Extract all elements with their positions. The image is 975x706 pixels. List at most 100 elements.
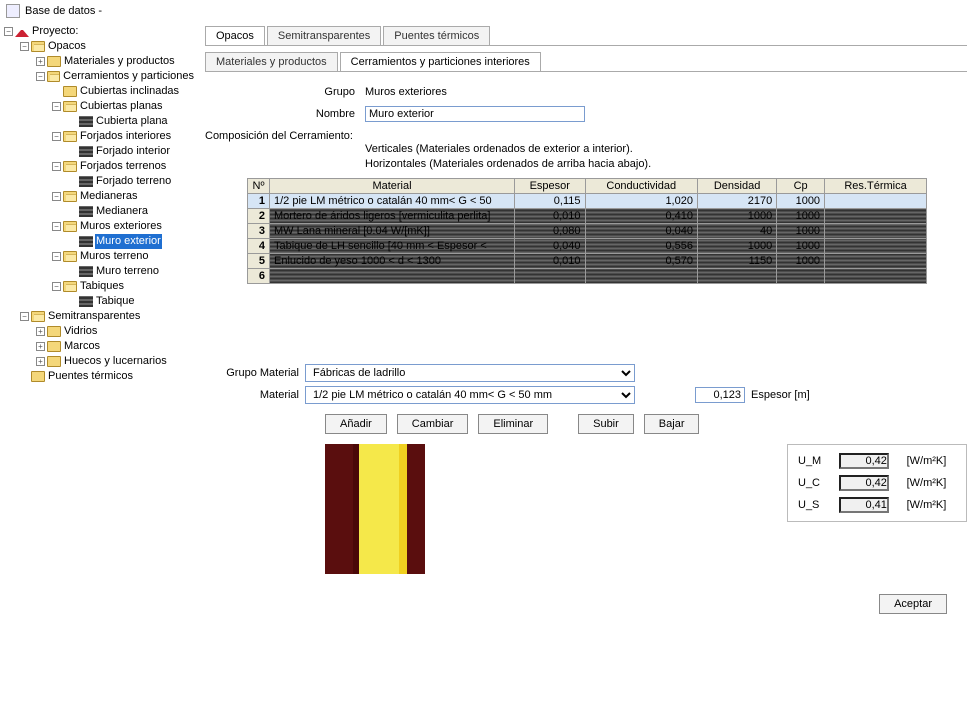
um-label: U_M [798,455,831,467]
material-select[interactable]: 1/2 pie LM métrico o catalán 40 mm< G < … [305,386,635,404]
folder-open-icon [31,41,45,52]
folder-icon [31,371,45,382]
grupo-mat-label: Grupo Material [205,367,305,379]
tree-forj-ter[interactable]: −Forjados terrenos [52,159,195,174]
u-values-box: U_M [W/m²K] U_C [W/m²K] U_S [W/m²K] [787,444,967,522]
tree-muro-exterior[interactable]: Muro exterior [68,234,195,249]
main-panel: Opacos Semitransparentes Puentes térmico… [195,22,975,706]
folder-open-icon [63,281,77,292]
tree-tabique[interactable]: Tabique [68,294,195,309]
th-cp: Cp [777,179,825,194]
tabs-top: Opacos Semitransparentes Puentes térmico… [205,26,967,46]
th-cond: Conductividad [585,179,697,194]
layer-swatch [325,444,425,574]
tree-puentes[interactable]: Puentes térmicos [20,369,195,384]
btn-anadir[interactable]: Añadir [325,414,387,434]
tree-marcos[interactable]: +Marcos [36,339,195,354]
app-icon [6,4,20,18]
tree-muro-terreno[interactable]: Muro terreno [68,264,195,279]
tree-root[interactable]: −Proyecto: [4,24,195,39]
tab-mat[interactable]: Materiales y productos [205,52,338,71]
table-row-empty[interactable]: 6 [248,269,927,284]
tree-semitrans[interactable]: −Semitransparentes [20,309,195,324]
folder-open-icon [63,251,77,262]
material-icon [79,296,93,307]
tree-medianeras[interactable]: −Medianeras [52,189,195,204]
tab-semi[interactable]: Semitransparentes [267,26,381,45]
tree-cub-plan[interactable]: −Cubiertas planas [52,99,195,114]
tree-cub-incl[interactable]: Cubiertas inclinadas [52,84,195,99]
tab-opacos[interactable]: Opacos [205,26,265,45]
folder-open-icon [63,161,77,172]
titlebar: Base de datos - [0,0,975,22]
btn-subir[interactable]: Subir [578,414,634,434]
folder-open-icon [63,221,77,232]
tree-muros-ter[interactable]: −Muros terreno [52,249,195,264]
folder-open-icon [47,71,60,82]
table-row[interactable]: 4Tabique de LH sencillo [40 mm < Espesor… [248,239,927,254]
tree-cerr-part[interactable]: −Cerramientos y particiones [36,69,195,84]
folder-open-icon [31,311,45,322]
um-unit: [W/m²K] [907,455,956,467]
th-n: Nº [248,179,270,194]
btn-cambiar[interactable]: Cambiar [397,414,469,434]
th-dens: Densidad [697,179,776,194]
tree-panel: −Proyecto: −Opacos +Materiales y product… [0,22,195,706]
material-icon [79,176,93,187]
tree-cub-plana[interactable]: Cubierta plana [68,114,195,129]
um-value [839,453,889,469]
folder-icon [47,341,61,352]
folder-icon [47,326,61,337]
table-row[interactable]: 3MW Lana mineral [0.04 W/[mK]]0,0800,040… [248,224,927,239]
us-value [839,497,889,513]
house-icon [15,26,29,37]
tree-forj-int[interactable]: −Forjados interiores [52,129,195,144]
btn-eliminar[interactable]: Eliminar [478,414,548,434]
tree-mat-prod[interactable]: +Materiales y productos [36,54,195,69]
th-mat: Material [270,179,515,194]
compo-v: Verticales (Materiales ordenados de exte… [205,142,967,157]
material-icon [79,146,93,157]
materials-table[interactable]: Nº Material Espesor Conductividad Densid… [247,178,927,284]
nombre-input[interactable] [365,106,585,122]
tab-cerr[interactable]: Cerramientos y particiones interiores [340,52,541,71]
folder-icon [47,56,61,67]
table-row[interactable]: 11/2 pie LM métrico o catalán 40 mm< G <… [248,194,927,209]
tree-opacos[interactable]: −Opacos [20,39,195,54]
table-row[interactable]: 2Mortero de áridos ligeros [vermiculita … [248,209,927,224]
tab-puentes[interactable]: Puentes térmicos [383,26,490,45]
tree-huecos[interactable]: +Huecos y lucernarios [36,354,195,369]
btn-aceptar[interactable]: Aceptar [879,594,947,614]
folder-open-icon [63,101,77,112]
nombre-label: Nombre [205,108,365,120]
compo-h: Horizontales (Materiales ordenados de ar… [205,157,967,172]
uc-label: U_C [798,477,831,489]
espesor-label: Espesor [m] [751,389,810,401]
window-title: Base de datos - [25,5,102,17]
tree-forj-interior[interactable]: Forjado interior [68,144,195,159]
btn-bajar[interactable]: Bajar [644,414,700,434]
th-esp: Espesor [515,179,586,194]
tree-tabiques[interactable]: −Tabiques [52,279,195,294]
tree-vidrios[interactable]: +Vidrios [36,324,195,339]
th-res: Res.Térmica [825,179,927,194]
tree-forj-terreno[interactable]: Forjado terreno [68,174,195,189]
tabs-sub: Materiales y productos Cerramientos y pa… [205,52,967,72]
grupo-mat-select[interactable]: Fábricas de ladrillo [305,364,635,382]
grupo-value: Muros exteriores [365,86,447,98]
folder-icon [63,86,77,97]
tree-muros-ext[interactable]: −Muros exteriores [52,219,195,234]
material-label: Material [205,389,305,401]
uc-value [839,475,889,491]
material-icon [79,236,93,247]
espesor-input[interactable] [695,387,745,403]
tree-medianera[interactable]: Medianera [68,204,195,219]
uc-unit: [W/m²K] [907,477,956,489]
folder-icon [47,356,61,367]
us-unit: [W/m²K] [907,499,956,511]
material-icon [79,206,93,217]
us-label: U_S [798,499,831,511]
table-row[interactable]: 5Enlucido de yeso 1000 < d < 13000,0100,… [248,254,927,269]
material-icon [79,266,93,277]
material-icon [79,116,93,127]
